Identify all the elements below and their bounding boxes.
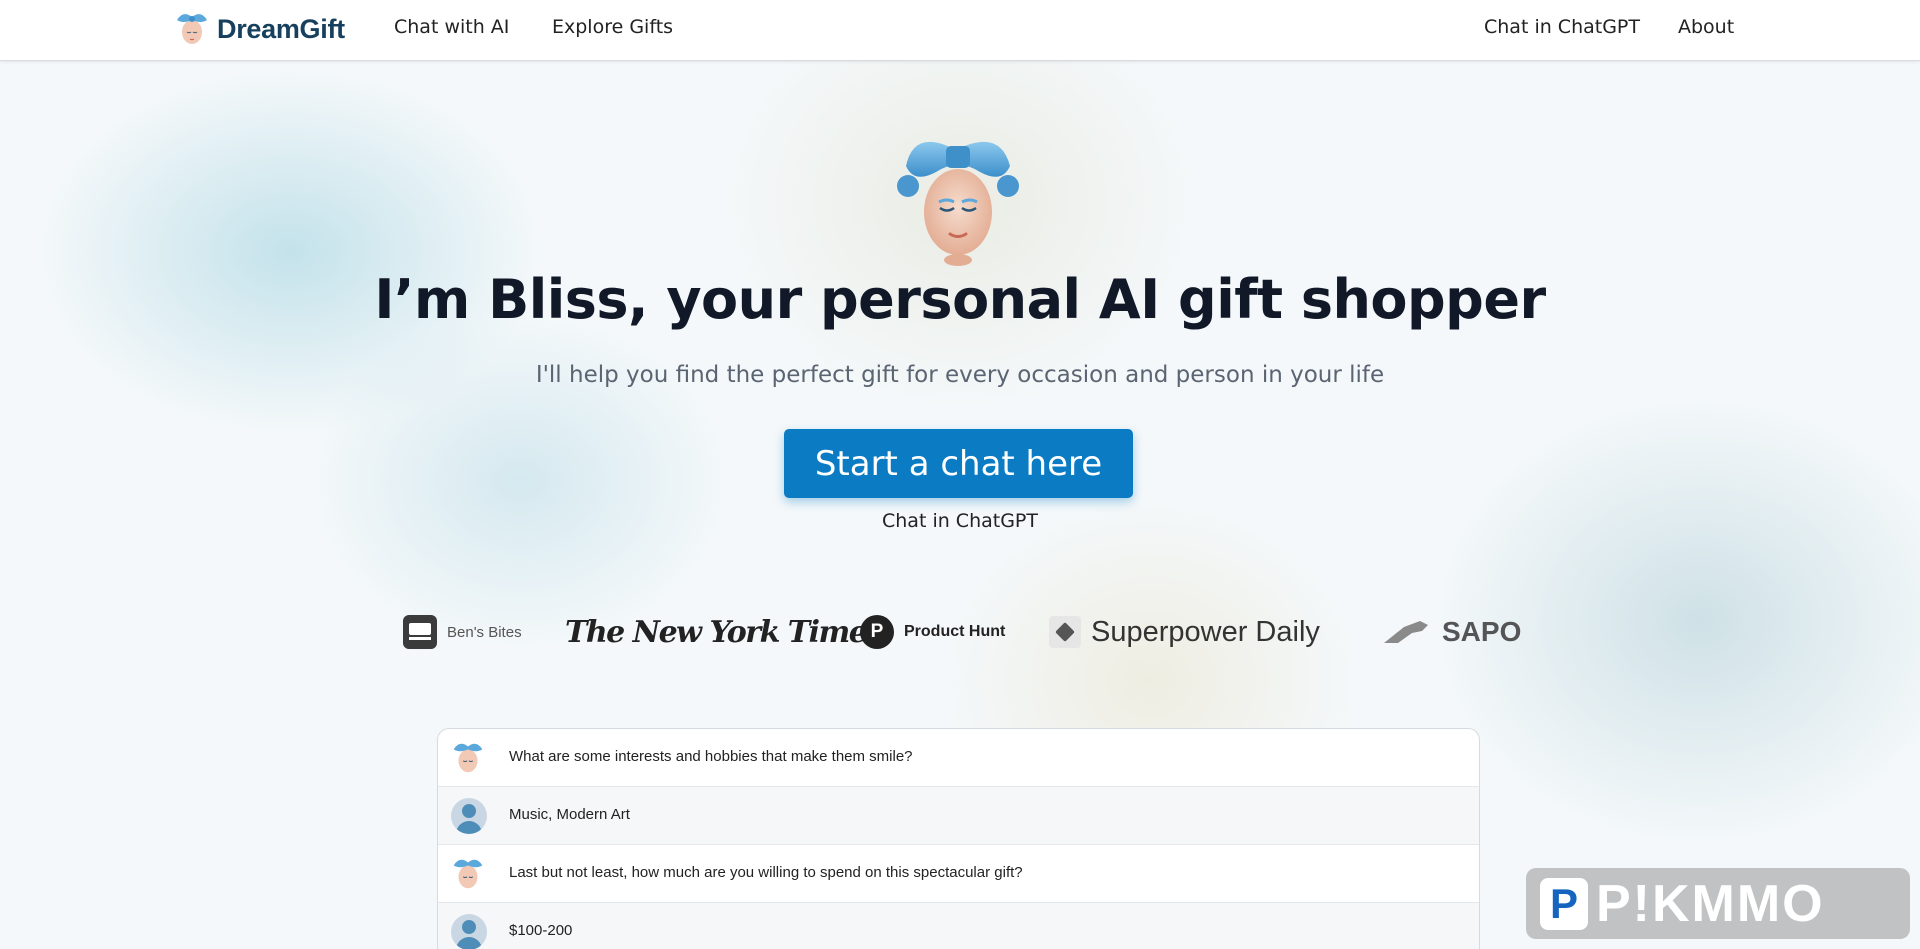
press-product-hunt: P Product Hunt [860, 610, 1005, 654]
chat-preview: What are some interests and hobbies that… [437, 728, 1480, 949]
top-nav: DreamGift Chat with AI Explore Gifts Cha… [0, 0, 1920, 61]
user-avatar-icon [451, 798, 487, 834]
press-superpower-daily: Superpower Daily [1049, 610, 1320, 654]
chat-in-chatgpt-link[interactable]: Chat in ChatGPT [0, 510, 1920, 532]
bens-bites-icon [403, 615, 437, 649]
nav-explore-gifts[interactable]: Explore Gifts [552, 16, 673, 38]
chat-row-user: $100-200 [438, 903, 1479, 949]
press-nyt: The New York Times [565, 610, 883, 654]
bliss-avatar-icon [453, 859, 483, 889]
press-nyt-label: The New York Times [565, 614, 883, 650]
product-hunt-icon: P [860, 615, 894, 649]
user-avatar-icon [451, 914, 487, 949]
press-sapo-label: SAPO [1442, 616, 1522, 647]
press-bens-bites-label: Ben's Bites [447, 623, 522, 641]
bliss-avatar-icon [177, 14, 207, 44]
brand-name: DreamGift [217, 13, 345, 44]
superpower-icon [1049, 616, 1081, 648]
bliss-hero-avatar [897, 141, 1019, 266]
watermark-p-icon: P [1540, 877, 1588, 930]
press-superpower-label: Superpower Daily [1091, 615, 1320, 648]
press-product-hunt-label: Product Hunt [904, 623, 1006, 640]
nav-about[interactable]: About [1678, 16, 1734, 38]
start-chat-button[interactable]: Start a chat here [784, 429, 1133, 498]
chat-message: Last but not least, how much are you wil… [509, 864, 1023, 881]
sapo-icon [1384, 621, 1428, 643]
press-bens-bites: Ben's Bites [403, 610, 522, 654]
chat-row-bot: Last but not least, how much are you wil… [438, 845, 1479, 903]
press-sapo: SAPO [1382, 610, 1521, 654]
bliss-avatar-icon [453, 743, 483, 773]
chat-row-user: Music, Modern Art [438, 787, 1479, 845]
nav-chat-with-ai[interactable]: Chat with AI [394, 16, 509, 38]
pikmmo-watermark: P P!KMMO [1526, 868, 1910, 939]
nav-chat-in-chatgpt[interactable]: Chat in ChatGPT [1484, 16, 1640, 38]
brand-logo[interactable]: DreamGift [173, 6, 345, 52]
chat-message: Music, Modern Art [509, 806, 630, 823]
chat-row-bot: What are some interests and hobbies that… [438, 729, 1479, 787]
hero-subtitle: I'll help you find the perfect gift for … [535, 362, 1385, 388]
hero-title: I’m Bliss, your personal AI gift shopper [374, 268, 1546, 331]
watermark-text: P!KMMO [1596, 874, 1825, 933]
chat-message: What are some interests and hobbies that… [509, 748, 913, 765]
chat-message: $100-200 [509, 922, 573, 939]
